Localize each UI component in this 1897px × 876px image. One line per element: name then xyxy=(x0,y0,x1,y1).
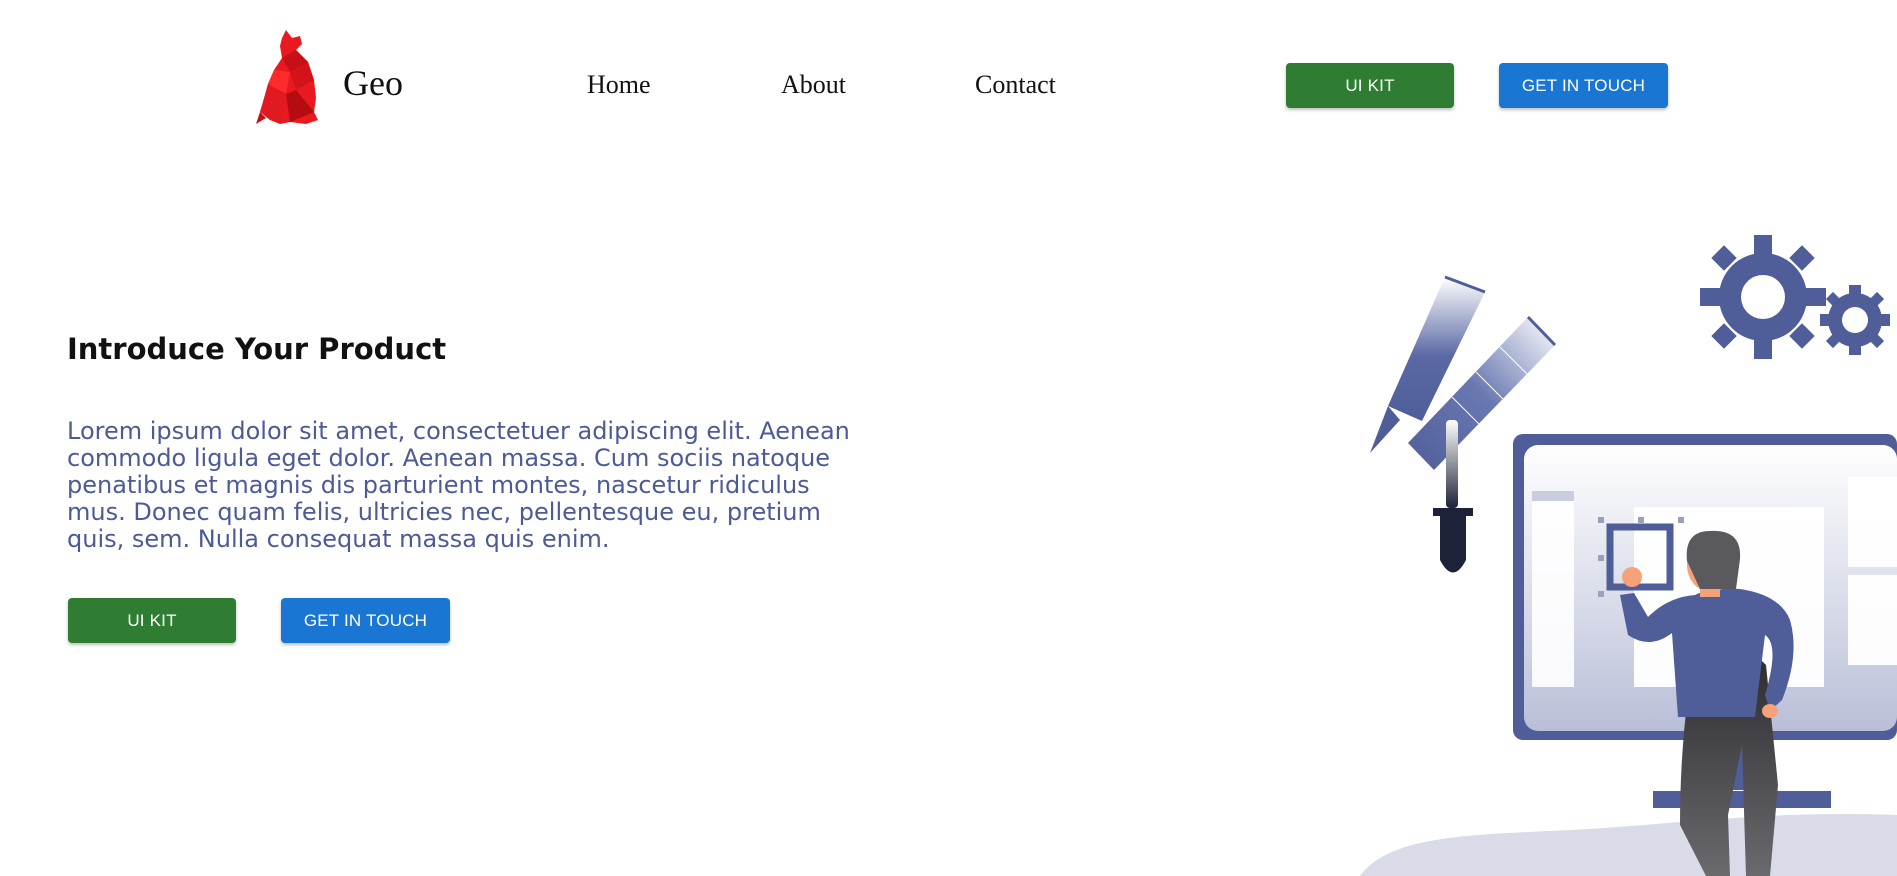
nav-link-about[interactable]: About xyxy=(781,70,846,100)
designer-at-monitor-illustration xyxy=(1360,235,1897,876)
red-cat-logo-icon[interactable] xyxy=(256,28,320,126)
hero-get-in-touch-button[interactable]: GET IN TOUCH xyxy=(281,598,450,643)
hero-description: Lorem ipsum dolor sit amet, consectetuer… xyxy=(67,417,850,553)
small-gear-icon xyxy=(1820,285,1890,355)
brand-name[interactable]: Geo xyxy=(343,62,403,104)
nav-link-contact[interactable]: Contact xyxy=(975,70,1056,100)
nav-get-in-touch-button[interactable]: GET IN TOUCH xyxy=(1499,63,1668,108)
nav-link-home[interactable]: Home xyxy=(587,70,651,100)
nav-ui-kit-button[interactable]: UI KIT xyxy=(1286,63,1454,108)
hero-title: Introduce Your Product xyxy=(67,332,447,366)
hero-ui-kit-button[interactable]: UI KIT xyxy=(68,598,236,643)
gear-icon xyxy=(1700,235,1826,359)
top-navigation: Geo Home About Contact UI KIT GET IN TOU… xyxy=(0,0,1897,170)
